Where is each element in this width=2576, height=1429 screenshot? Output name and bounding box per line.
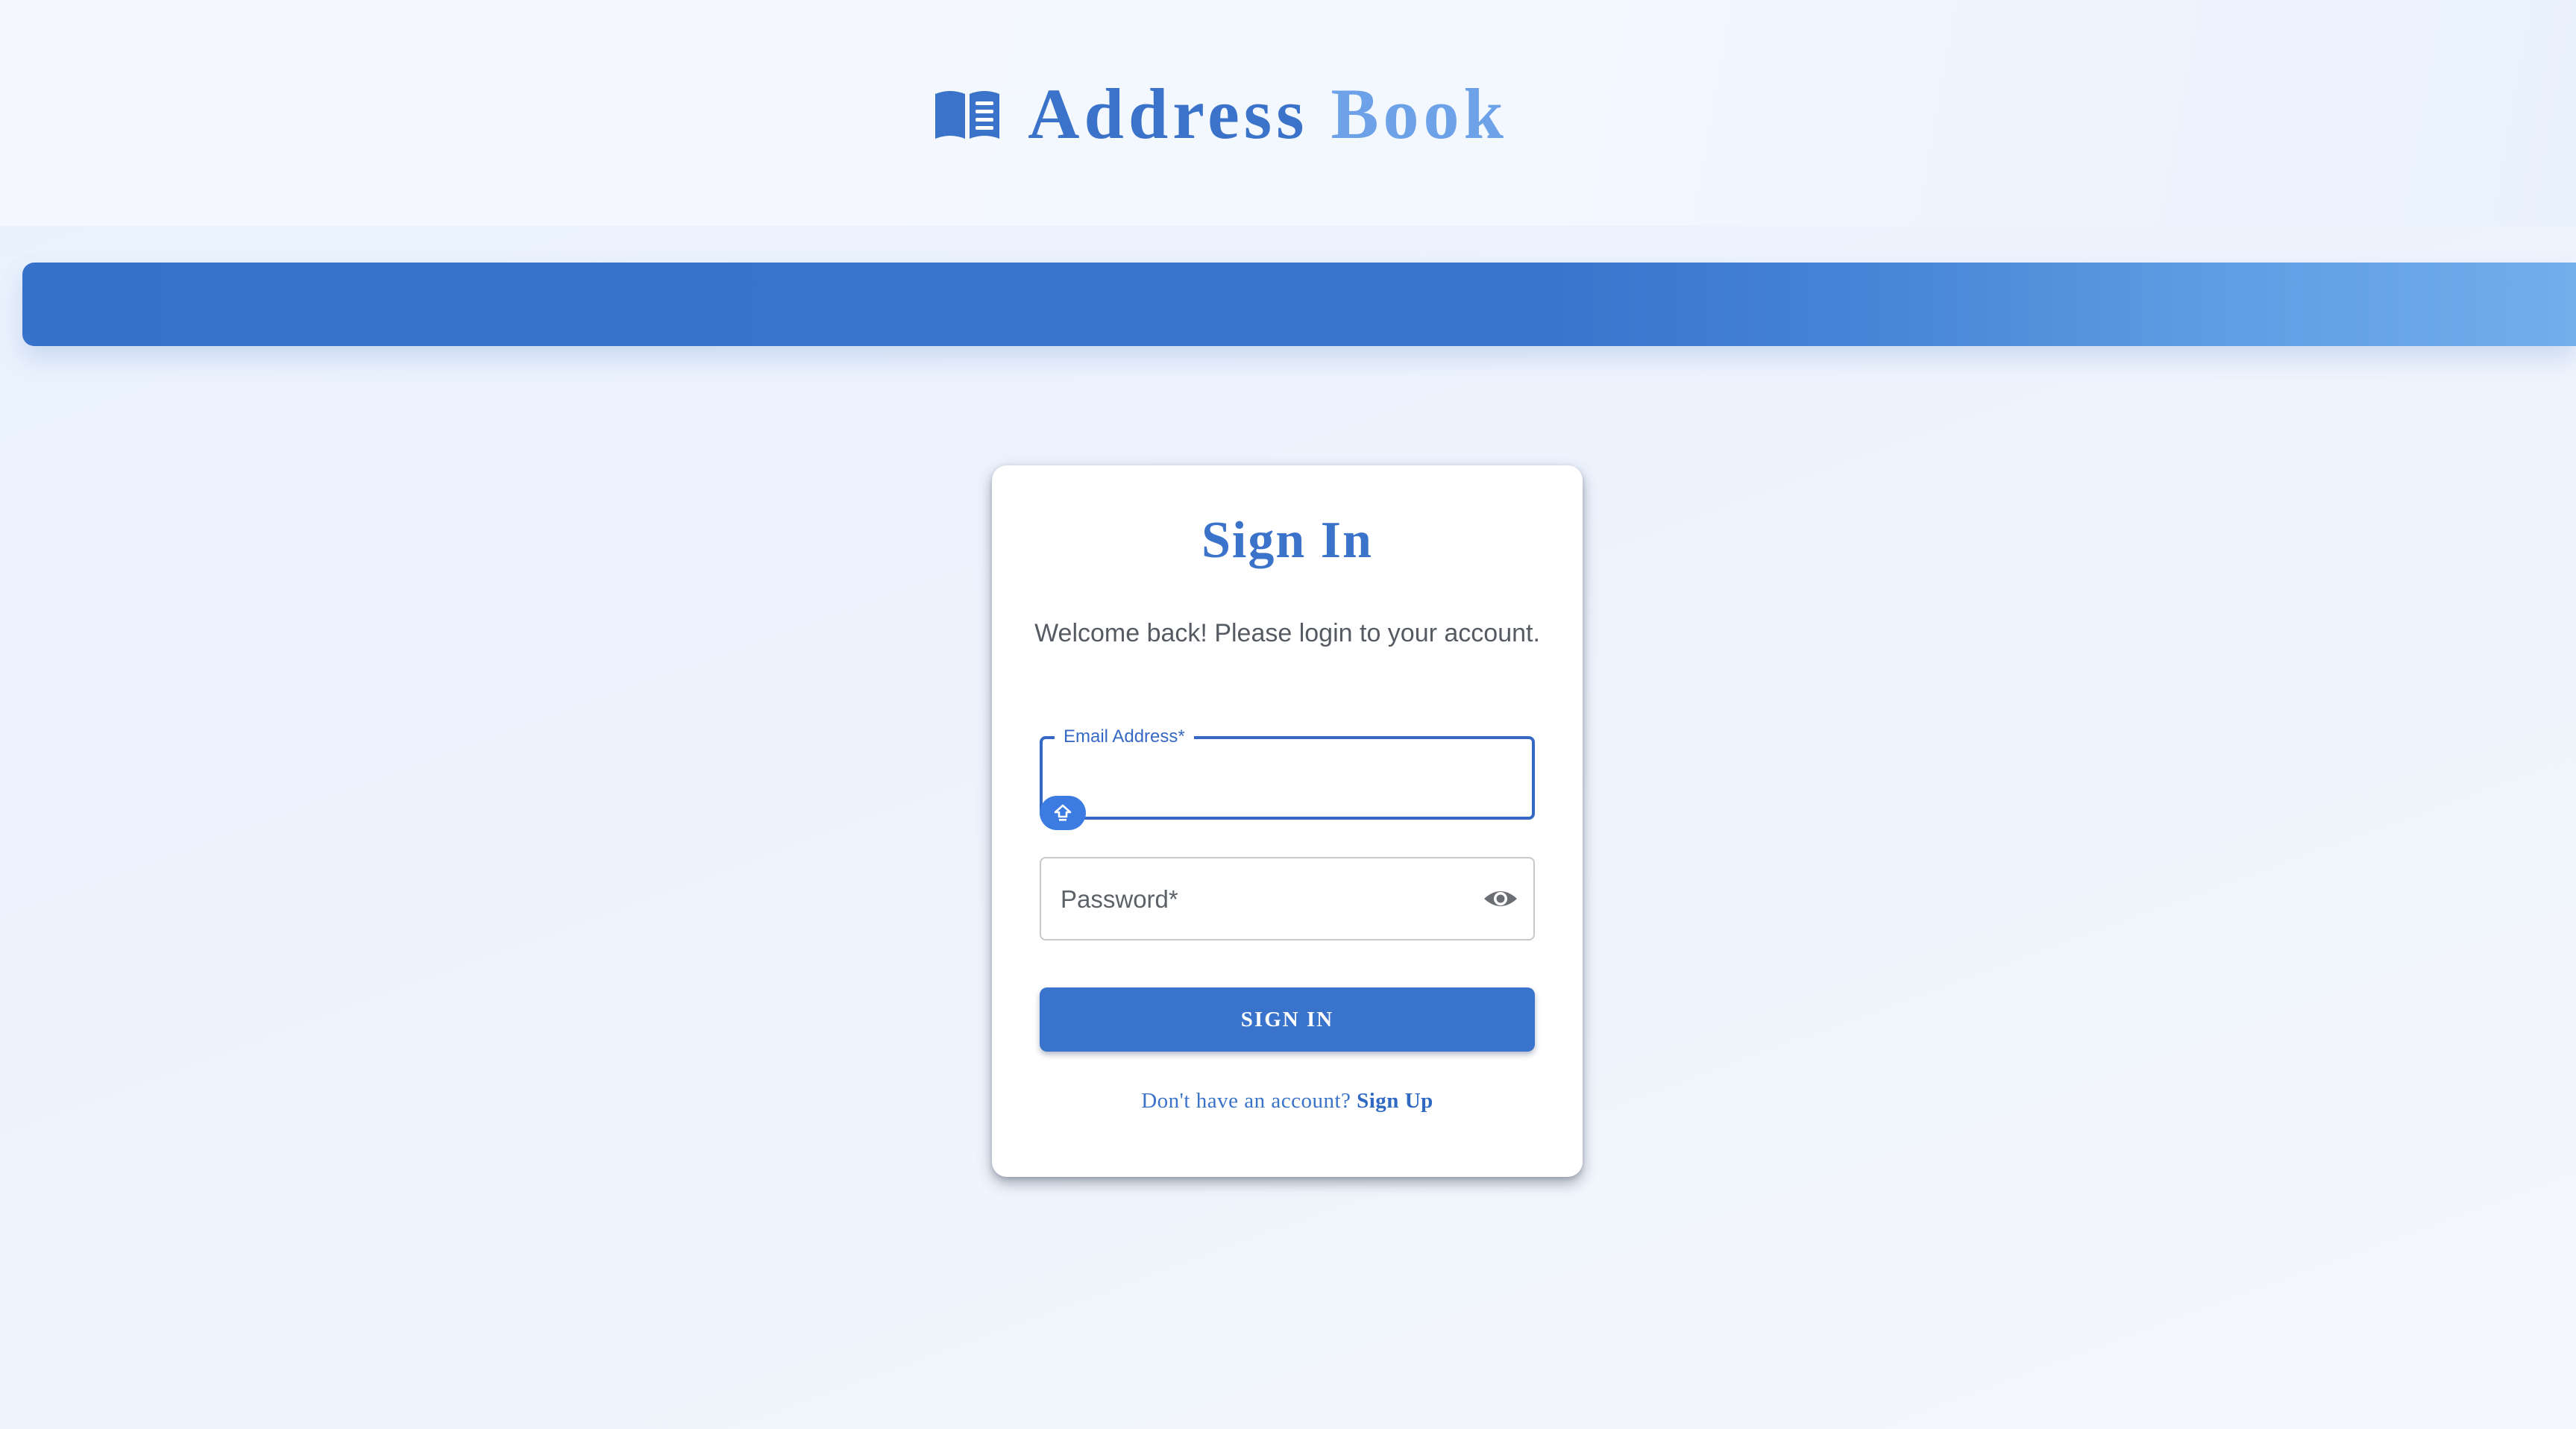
- password-field[interactable]: Password*: [1040, 857, 1535, 940]
- signup-prompt-text: Don't have an account?: [1141, 1089, 1351, 1113]
- autofill-key-icon[interactable]: [1040, 796, 1086, 830]
- email-label-text: Email Address: [1064, 726, 1178, 747]
- eye-icon: [1484, 891, 1517, 906]
- password-label-text: Password: [1061, 885, 1169, 913]
- email-field[interactable]: Email Address*: [1040, 725, 1535, 830]
- email-label: Email Address*: [1055, 725, 1194, 749]
- app-title-word-2: Book: [1331, 73, 1508, 154]
- sign-in-button[interactable]: SIGN IN: [1040, 987, 1535, 1052]
- book-open-icon: [935, 90, 1000, 139]
- email-required-mark: *: [1178, 726, 1185, 747]
- password-placeholder: Password*: [1061, 884, 1178, 916]
- signup-prompt: Don't have an account? Sign Up: [992, 1087, 1583, 1116]
- password-required-mark: *: [1168, 885, 1178, 913]
- sign-up-link[interactable]: Sign Up: [1357, 1089, 1433, 1113]
- banner-bar: [22, 263, 2576, 346]
- login-title: Sign In: [1201, 512, 1373, 569]
- brand: Address Book: [932, 78, 1508, 150]
- app-header: Address Book: [0, 0, 2576, 226]
- app-title: Address Book: [1028, 78, 1508, 150]
- toggle-password-visibility-button[interactable]: [1478, 878, 1523, 920]
- app-title-word-1: Address: [1028, 73, 1309, 154]
- login-card: Sign In Welcome back! Please login to yo…: [992, 465, 1583, 1177]
- login-subtitle: Welcome back! Please login to your accou…: [1034, 619, 1540, 647]
